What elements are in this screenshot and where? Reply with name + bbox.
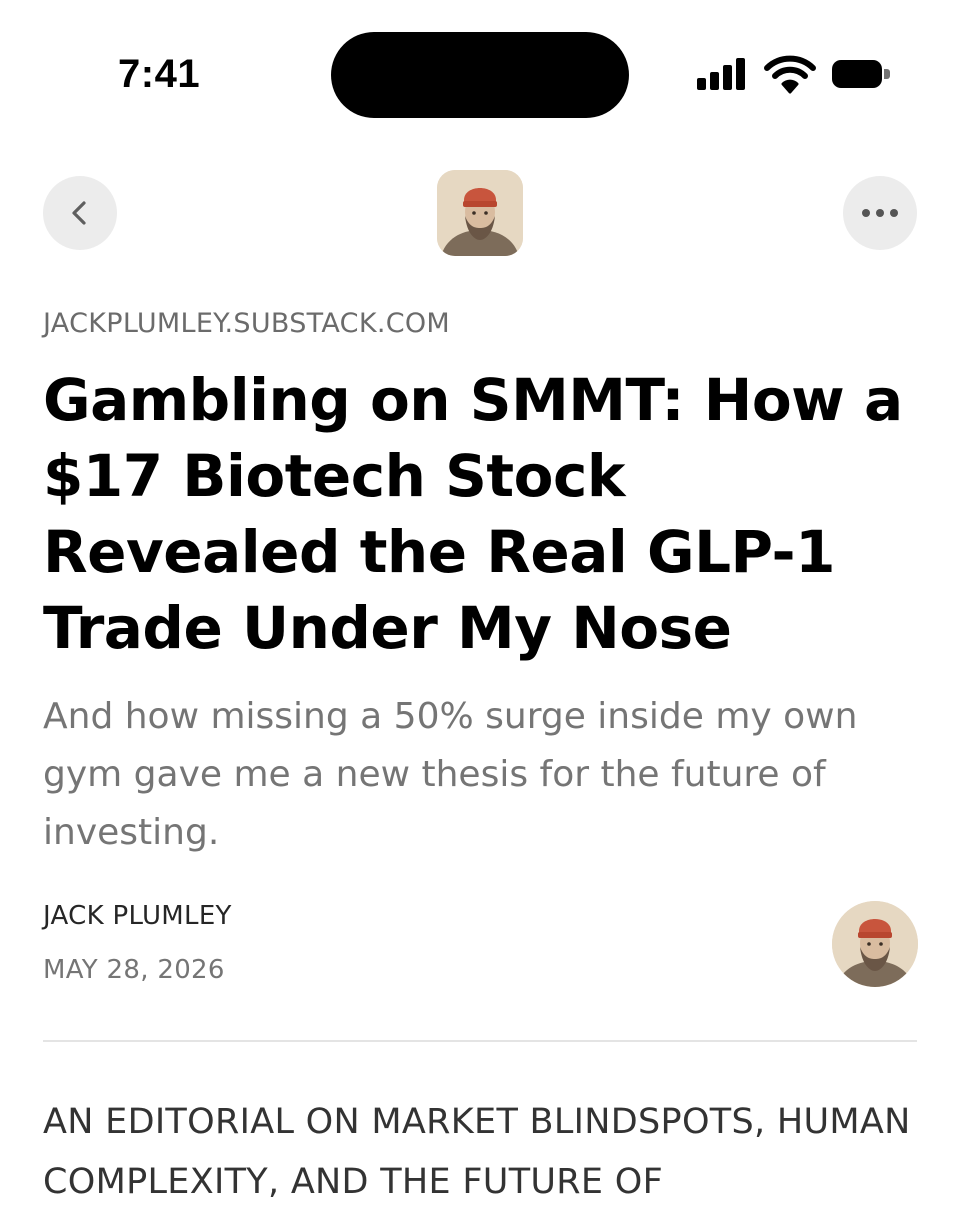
- battery-icon: [832, 60, 882, 88]
- publication-domain[interactable]: JACKPLUMLEY.SUBSTACK.COM: [43, 308, 450, 339]
- ellipsis-icon: [862, 209, 898, 217]
- author-name[interactable]: JACK PLUMLEY: [43, 901, 232, 931]
- publication-logo[interactable]: [437, 170, 523, 256]
- signal-icon: [697, 56, 747, 90]
- article-title: Gambling on SMMT: How a $17 Biotech Stoc…: [43, 366, 903, 662]
- back-button[interactable]: [43, 176, 117, 250]
- publication-logo-illustration: [437, 170, 523, 256]
- author-avatar[interactable]: [832, 901, 918, 987]
- wifi-icon: [764, 55, 816, 94]
- chevron-left-icon: [72, 201, 86, 225]
- article-subtitle: And how missing a 50% surge inside my ow…: [43, 696, 858, 853]
- dynamic-island: [331, 32, 629, 118]
- post-date: MAY 28, 2026: [43, 955, 225, 985]
- divider: [43, 1040, 917, 1042]
- more-options-button[interactable]: [843, 176, 917, 250]
- status-bar: 7:41: [0, 0, 960, 150]
- author-avatar-illustration: [832, 901, 918, 987]
- battery-cap: [884, 69, 890, 79]
- article-body-text: AN EDITORIAL ON MARKET BLINDSPOTS, HUMAN…: [43, 1102, 911, 1202]
- status-time: 7:41: [118, 52, 201, 96]
